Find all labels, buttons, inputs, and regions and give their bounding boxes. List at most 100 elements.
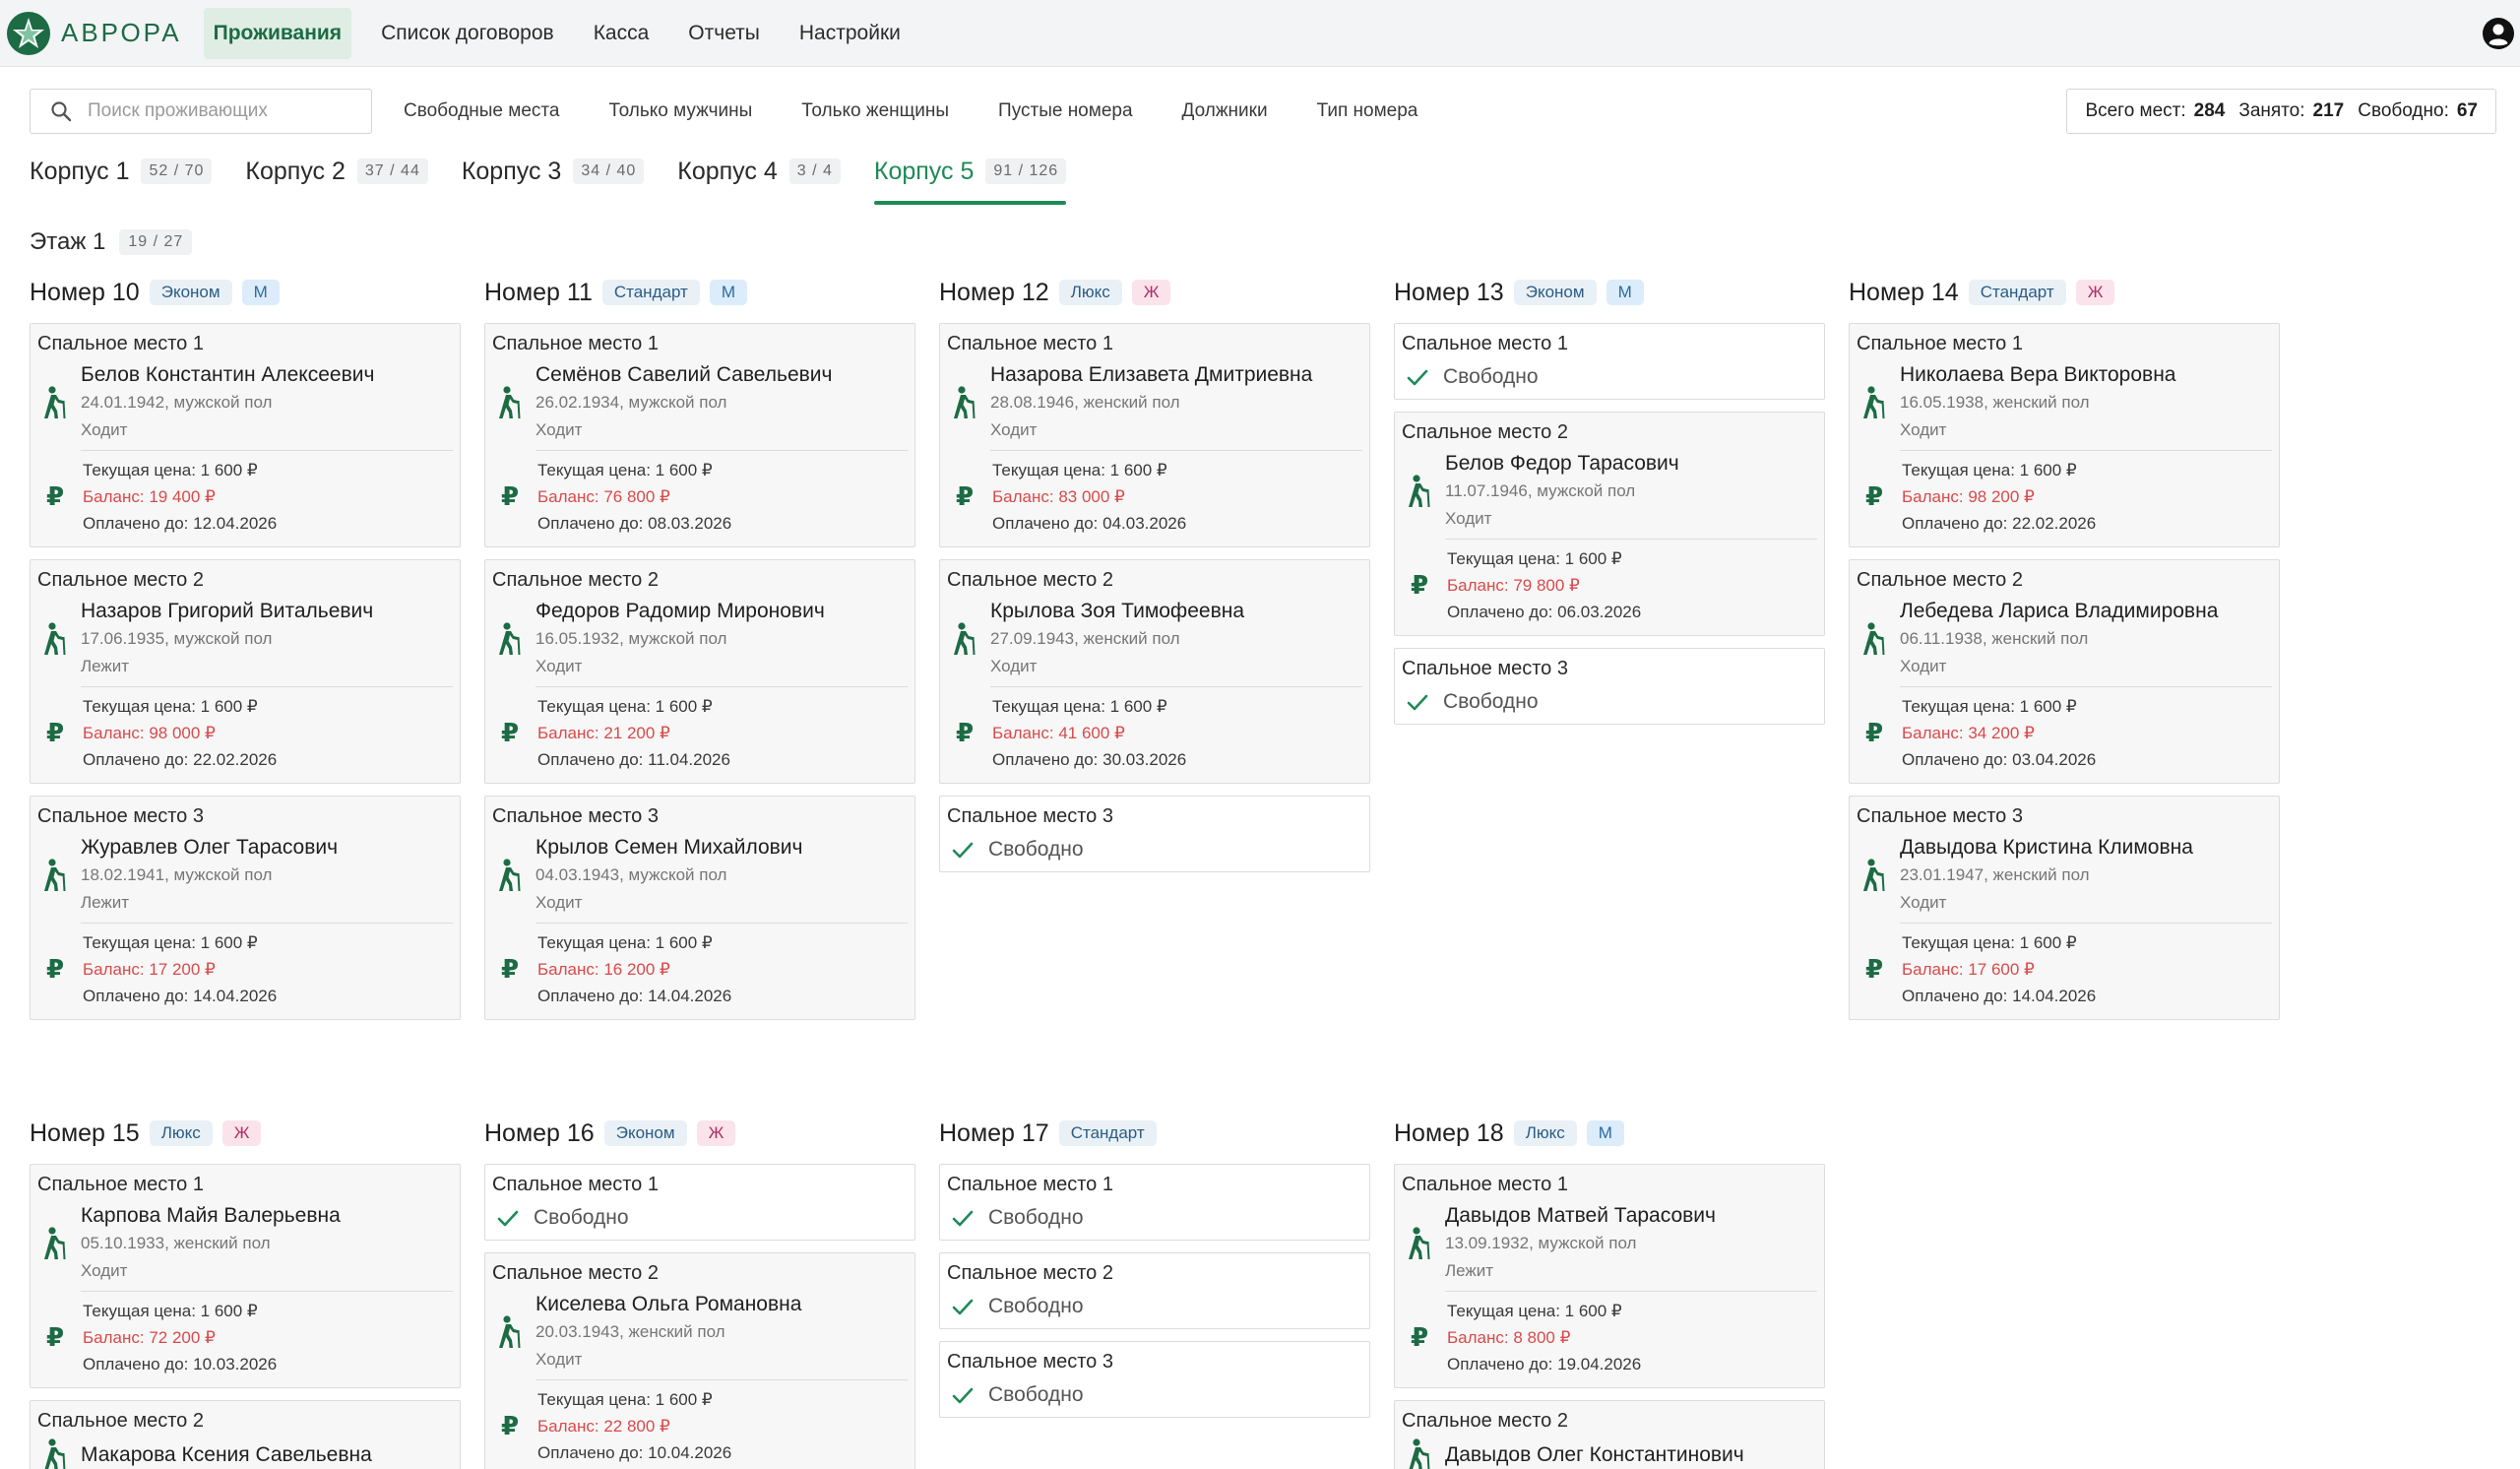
room-card: Номер 13 Эконом М Спальное место 1 Свободно С… [1394, 278, 1825, 736]
resident-name[interactable]: Лебедева Лариса Владимировна [1900, 598, 2272, 625]
bed-title: Спальное место 2 [947, 569, 1113, 591]
ruble-icon: ₽ [1864, 954, 1884, 984]
current-price: Текущая цена: 1 600 ₽ [1902, 697, 2077, 716]
resident-name[interactable]: Журавлев Олег Тарасович [81, 834, 453, 862]
bed-card[interactable]: Спальное место 2 Давыдов Олег Константино… [1394, 1400, 1825, 1469]
bed-card-free[interactable]: Спальное место 2 Свободно [939, 1252, 1370, 1329]
filter-3[interactable]: Пустые номера [974, 100, 1157, 122]
resident-name[interactable]: Николаева Вера Викторовна [1900, 361, 2272, 389]
room-title[interactable]: Номер 12 [939, 279, 1049, 307]
current-price: Текущая цена: 1 600 ₽ [83, 461, 258, 479]
filter-2[interactable]: Только женщины [777, 100, 974, 122]
bed-card[interactable]: Спальное место 1 Семёнов Савелий Савельев… [484, 323, 915, 547]
bed-card[interactable]: Спальное место 2 Макарова Ксения Савельев… [30, 1400, 461, 1469]
paid-until: Оплачено до: 10.03.2026 [83, 1355, 278, 1373]
bed-card[interactable]: Спальное место 1 Белов Константин Алексее… [30, 323, 461, 547]
bed-title: Спальное место 3 [492, 805, 659, 827]
paid-until: Оплачено до: 30.03.2026 [992, 750, 1187, 769]
stats-occupied-label: Занято: [2238, 100, 2305, 121]
resident-info: Давыдов Олег Константинович [1402, 1438, 1817, 1469]
tab-building-4[interactable]: Корпус 4 3 / 4 [677, 150, 841, 193]
bed-card-free[interactable]: Спальное место 1 Свободно [939, 1164, 1370, 1241]
tab-building-2[interactable]: Корпус 2 37 / 44 [245, 150, 428, 193]
tab-count: 91 / 126 [985, 159, 1067, 184]
bed-card[interactable]: Спальное место 2 Назаров Григорий Виталье… [30, 559, 461, 784]
tab-building-3[interactable]: Корпус 3 34 / 40 [462, 150, 645, 193]
resident-details: Журавлев Олег Тарасович 18.02.1941, мужск… [81, 834, 453, 917]
bed-card[interactable]: Спальное место 2 Белов Федор Тарасович 11.… [1394, 412, 1825, 636]
divider [1900, 450, 2272, 451]
nav-item-4[interactable]: Настройки [789, 8, 911, 59]
bed-card[interactable]: Спальное место 1 Карпова Майя Валерьевна 0… [30, 1164, 461, 1388]
current-price: Текущая цена: 1 600 ₽ [992, 697, 1167, 716]
bed-card-free[interactable]: Спальное место 3 Свободно [939, 1341, 1370, 1418]
nav-item-2[interactable]: Касса [584, 8, 660, 59]
resident-name[interactable]: Федоров Радомир Миронович [536, 598, 908, 625]
resident-birth-gender: 24.01.1942, мужской пол [81, 393, 273, 412]
bed-title: Спальное место 2 [1402, 1410, 1568, 1432]
room-title[interactable]: Номер 18 [1394, 1119, 1504, 1148]
bed-card[interactable]: Спальное место 3 Давыдова Кристина Климов… [1849, 796, 2280, 1020]
tab-building-1[interactable]: Корпус 1 52 / 70 [30, 150, 213, 193]
room-title[interactable]: Номер 11 [484, 279, 593, 307]
resident-mobility: Ходит [536, 1350, 583, 1369]
resident-name[interactable]: Семёнов Савелий Савельевич [536, 361, 908, 389]
room-title[interactable]: Номер 17 [939, 1119, 1049, 1148]
bed-card-free[interactable]: Спальное место 3 Свободно [1394, 648, 1825, 725]
bed-card-free[interactable]: Спальное место 1 Свободно [484, 1164, 915, 1241]
room-header: Номер 10 Эконом М [30, 278, 461, 307]
bed-card-free[interactable]: Спальное место 1 Свободно [1394, 323, 1825, 400]
stats-free: 67 [2456, 100, 2478, 121]
payment-details: Текущая цена: 1 600 ₽ Баланс: 16 200 ₽ Опл… [537, 929, 908, 1009]
filter-4[interactable]: Должники [1158, 100, 1292, 122]
app-logo[interactable]: АВРОРА [6, 0, 204, 67]
filter-5[interactable]: Тип номера [1292, 100, 1443, 122]
bed-title: Спальное место 3 [1402, 658, 1568, 679]
bed-card[interactable]: Спальное место 1 Назарова Елизавета Дмитр… [939, 323, 1370, 547]
bed-card[interactable]: Спальное место 1 Давыдов Матвей Тарасович… [1394, 1164, 1825, 1388]
bed-card[interactable]: Спальное место 2 Крылова Зоя Тимофеевна 27… [939, 559, 1370, 784]
resident-name[interactable]: Назарова Елизавета Дмитриевна [990, 361, 1362, 389]
resident-name[interactable]: Крылов Семен Михайлович [536, 834, 908, 862]
bed-title: Спальное место 1 [492, 333, 659, 354]
room-title[interactable]: Номер 15 [30, 1119, 140, 1148]
resident-name[interactable]: Киселева Ольга Романовна [536, 1291, 908, 1318]
bed-card[interactable]: Спальное место 1 Николаева Вера Викторовн… [1849, 323, 2280, 547]
nav-item-1[interactable]: Список договоров [371, 8, 564, 59]
room-title[interactable]: Номер 14 [1849, 279, 1959, 307]
room-title[interactable]: Номер 10 [30, 279, 140, 307]
bed-card[interactable]: Спальное место 3 Крылов Семен Михайлович 0… [484, 796, 915, 1020]
bed-card[interactable]: Спальное место 2 Федоров Радомир Миронови… [484, 559, 915, 784]
resident-name[interactable]: Давыдов Матвей Тарасович [1445, 1202, 1817, 1230]
bed-title: Спальное место 2 [1857, 569, 2023, 591]
room-card: Номер 16 Эконом Ж Спальное место 1 Свободно С… [484, 1118, 915, 1469]
payment-info: ₽ Текущая цена: 1 600 ₽ Баланс: 17 200 ₽ Оп… [37, 929, 453, 1009]
user-account-icon[interactable] [2483, 18, 2514, 49]
resident-name[interactable]: Карпова Майя Валерьевна [81, 1202, 453, 1230]
free-status: Свободно [1402, 690, 1817, 714]
room-title[interactable]: Номер 16 [484, 1119, 595, 1148]
resident-name[interactable]: Белов Федор Тарасович [1445, 450, 1817, 478]
resident-name[interactable]: Крылова Зоя Тимофеевна [990, 598, 1362, 625]
resident-birth-gender: 28.08.1946, женский пол [990, 393, 1180, 412]
filter-1[interactable]: Только мужчины [584, 100, 777, 122]
room-gender-badge: М [241, 280, 280, 305]
resident-name[interactable]: Макарова Ксения Савельевна [81, 1441, 453, 1469]
tab-building-5[interactable]: Корпус 5 91 / 126 [873, 150, 1067, 205]
room-title[interactable]: Номер 13 [1394, 279, 1504, 307]
resident-name[interactable]: Белов Константин Алексеевич [81, 361, 453, 389]
resident-details: Карпова Майя Валерьевна 05.10.1933, женск… [81, 1202, 453, 1285]
nav-item-3[interactable]: Отчеты [678, 8, 770, 59]
bed-card[interactable]: Спальное место 2 Киселева Ольга Романовна… [484, 1252, 915, 1469]
bed-card[interactable]: Спальное место 2 Лебедева Лариса Владимир… [1849, 559, 2280, 784]
resident-name[interactable]: Давыдова Кристина Климовна [1900, 834, 2272, 862]
bed-card-free[interactable]: Спальное место 3 Свободно [939, 796, 1370, 872]
search-input[interactable] [88, 100, 353, 122]
paid-until: Оплачено до: 14.04.2026 [83, 987, 278, 1005]
nav-item-0[interactable]: Проживания [203, 7, 352, 59]
resident-name[interactable]: Давыдов Олег Константинович [1445, 1441, 1817, 1469]
resident-name[interactable]: Назаров Григорий Витальевич [81, 598, 453, 625]
filter-0[interactable]: Свободные места [379, 100, 584, 122]
bed-card[interactable]: Спальное место 3 Журавлев Олег Тарасович 1… [30, 796, 461, 1020]
current-price: Текущая цена: 1 600 ₽ [83, 1302, 258, 1320]
